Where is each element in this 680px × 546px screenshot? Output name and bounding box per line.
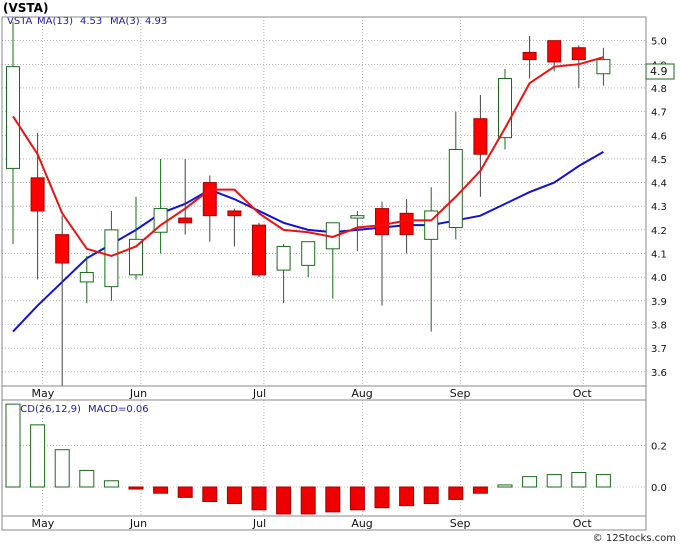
legend-symbol: VSTA bbox=[7, 16, 33, 27]
macd-bar bbox=[79, 469, 95, 488]
candle-body bbox=[547, 40, 562, 63]
watermark: © 12Stocks.com bbox=[592, 533, 676, 544]
month-label-bottom: Jul bbox=[252, 517, 266, 530]
macd-bar bbox=[423, 486, 439, 505]
price-y-ticks: 3.6 3.7 3.8 3.9 4.0 4.1 4.2 4.3 4.4 4.5 4.6 4.7 4.8 4… bbox=[651, 37, 667, 379]
macd-bar bbox=[349, 486, 365, 511]
macd-tick-label: 0.0 bbox=[651, 483, 667, 494]
macd-bar bbox=[153, 486, 169, 494]
macd-bar bbox=[522, 476, 538, 488]
candle-body bbox=[129, 238, 143, 276]
macd-bar bbox=[54, 449, 70, 488]
candle-body bbox=[473, 118, 488, 155]
price-tick-label: 4.4 bbox=[651, 179, 667, 190]
month-label-top: Jun bbox=[129, 387, 147, 400]
price-tick-label: 4.2 bbox=[651, 226, 667, 237]
last-price-label: 4.9 bbox=[650, 65, 668, 78]
month-label-bottom: Aug bbox=[351, 517, 372, 530]
price-tick-label: 4.6 bbox=[651, 131, 667, 142]
month-label-bottom: Sep bbox=[450, 517, 471, 530]
macd-bar bbox=[472, 486, 488, 494]
candle-body bbox=[276, 245, 291, 271]
macd-bar bbox=[128, 486, 144, 490]
legend-ma3-value: 4.93 bbox=[145, 16, 167, 27]
macd-bar bbox=[30, 424, 46, 488]
candle-body bbox=[448, 148, 463, 229]
candle-body bbox=[30, 177, 45, 212]
month-label-bottom: Jun bbox=[129, 517, 147, 530]
candle-body bbox=[252, 224, 266, 276]
macd-bar bbox=[399, 486, 415, 507]
month-label-bottom: Oct bbox=[573, 517, 593, 530]
macd-bar bbox=[448, 486, 464, 500]
price-tick-label: 3.9 bbox=[651, 297, 667, 308]
price-tick-label: 3.7 bbox=[651, 344, 667, 355]
price-tick-label: 5.0 bbox=[651, 37, 667, 48]
macd-bar bbox=[5, 403, 21, 488]
price-tick-label: 4.7 bbox=[651, 108, 667, 119]
legend-ma13-value: 4.53 bbox=[80, 16, 102, 27]
legend-ma3-label: MA(3) bbox=[110, 16, 140, 27]
macd-bar bbox=[226, 486, 242, 505]
month-label-top: Oct bbox=[573, 387, 593, 400]
price-tick-label: 4.8 bbox=[651, 84, 667, 95]
chart-title: (VSTA) bbox=[3, 1, 48, 15]
month-label-top: Sep bbox=[450, 387, 471, 400]
stock-chart: (VSTA) VSTA MA(13) 4.53 MA(3) 4.93 3.63.… bbox=[0, 0, 680, 546]
candle-body bbox=[227, 210, 242, 217]
price-tick-label: 4.5 bbox=[651, 155, 667, 166]
candle-body bbox=[55, 234, 70, 264]
macd-bar bbox=[595, 474, 611, 488]
candle-body bbox=[104, 229, 119, 288]
month-label-bottom: May bbox=[32, 517, 55, 530]
macd-bar bbox=[571, 472, 587, 488]
candle-body bbox=[178, 217, 193, 224]
price-tick-label: 3.6 bbox=[651, 368, 667, 379]
candle-body bbox=[350, 215, 365, 219]
candle-body bbox=[596, 59, 611, 75]
macd-bar bbox=[276, 486, 292, 515]
price-tick-label: 4.3 bbox=[651, 202, 667, 213]
macd-bar bbox=[546, 474, 562, 488]
candle-body bbox=[79, 271, 94, 283]
macd-bar bbox=[374, 486, 390, 509]
candle-body bbox=[202, 182, 217, 217]
macd-bar bbox=[497, 484, 513, 488]
candle-body bbox=[399, 212, 414, 236]
candle-body bbox=[522, 51, 537, 61]
candle-body bbox=[301, 241, 316, 266]
month-label-top: May bbox=[32, 387, 55, 400]
macd-bar bbox=[103, 480, 119, 488]
macd-value-label: MACD=0.06 bbox=[88, 404, 149, 415]
macd-bar bbox=[177, 486, 193, 498]
price-tick-label: 4.0 bbox=[651, 273, 667, 284]
price-tick-label: 4.1 bbox=[651, 250, 667, 261]
last-price-tag: 4.9 bbox=[645, 63, 675, 80]
month-label-top: Jul bbox=[252, 387, 266, 400]
candle-body bbox=[375, 208, 389, 236]
macd-bar bbox=[300, 486, 316, 515]
macd-bar bbox=[325, 486, 341, 513]
macd-tick-label: 0.2 bbox=[651, 442, 667, 453]
macd-bar bbox=[251, 486, 267, 511]
candle-body bbox=[571, 47, 586, 61]
month-label-top: Aug bbox=[351, 387, 372, 400]
price-tick-label: 3.8 bbox=[651, 321, 667, 332]
macd-bar bbox=[202, 486, 218, 502]
